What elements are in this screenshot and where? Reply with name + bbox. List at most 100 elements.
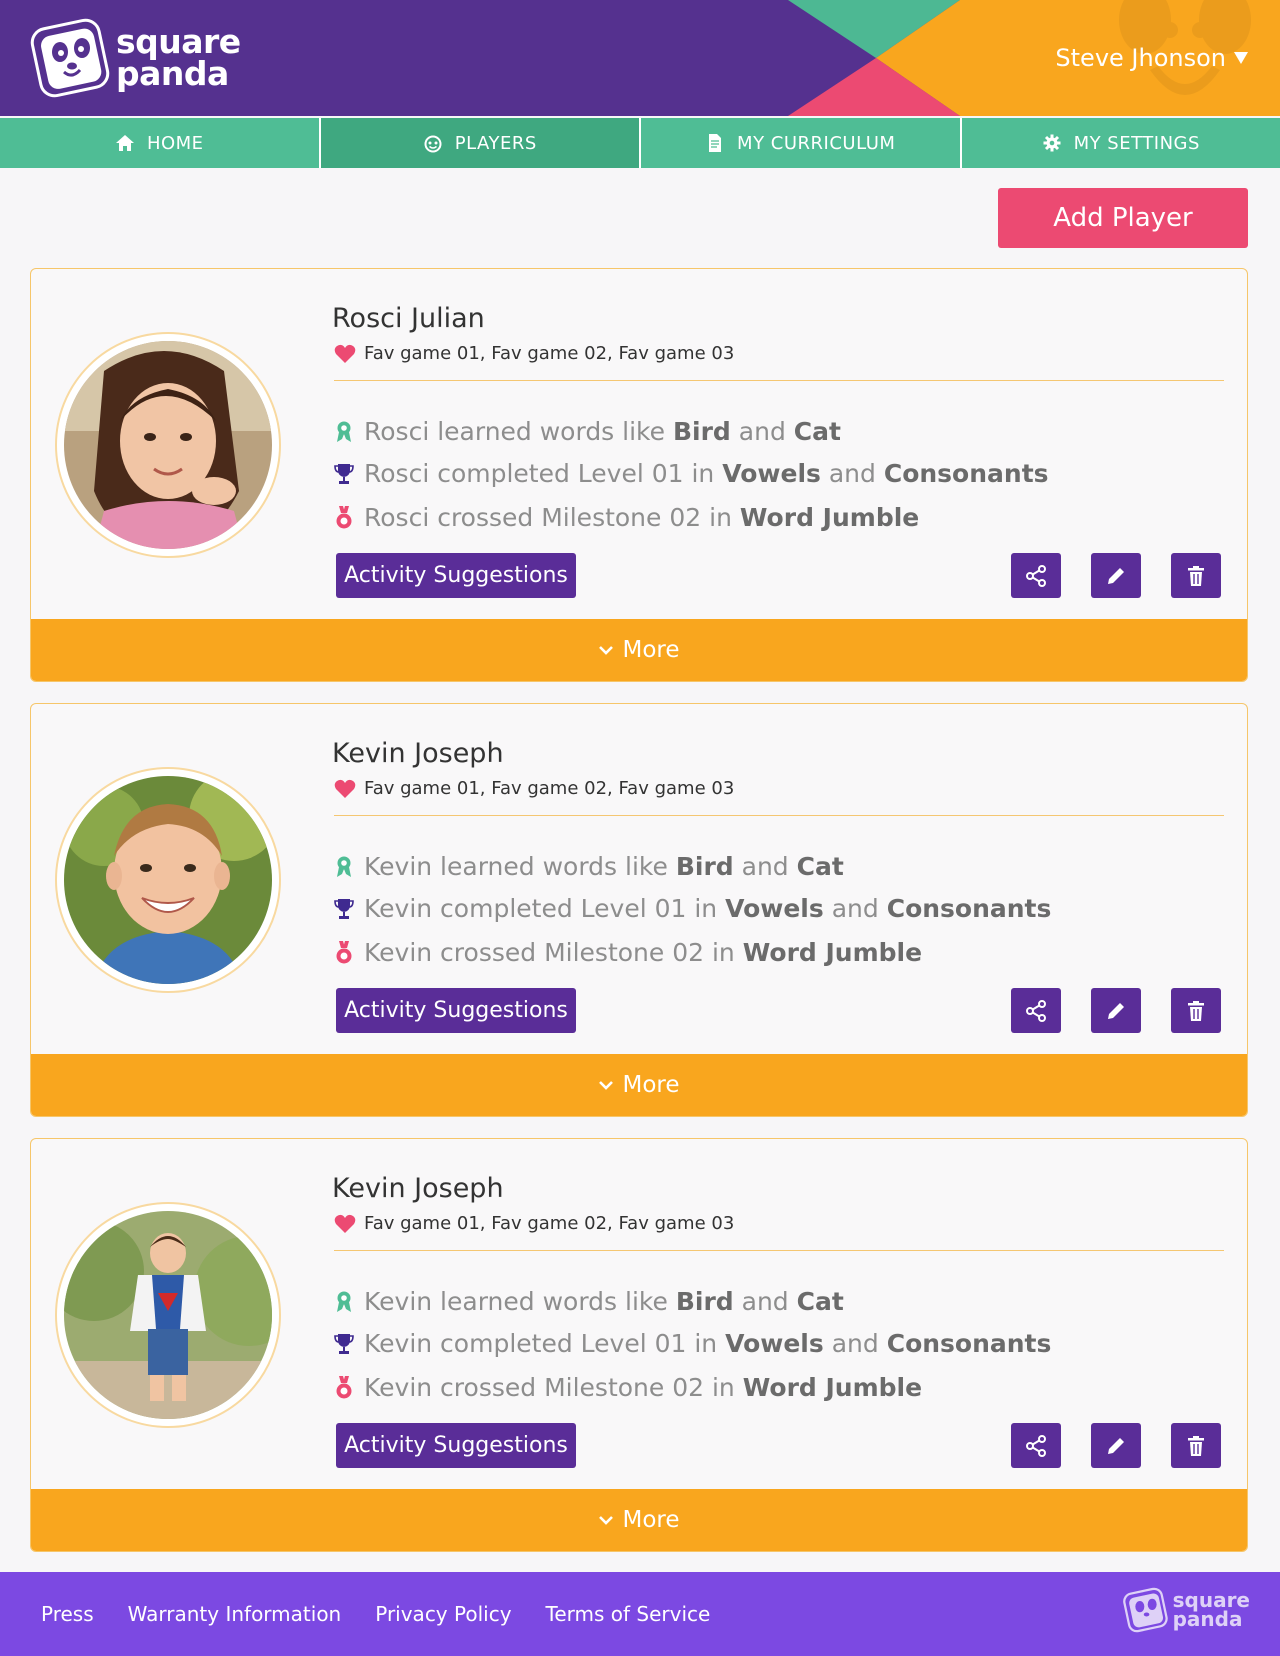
footer-brand-line2: panda bbox=[1172, 1607, 1243, 1631]
delete-button[interactable] bbox=[1171, 553, 1221, 598]
user-name: Steve Jhonson bbox=[1055, 44, 1226, 72]
brand-logo[interactable]: square panda bbox=[30, 16, 241, 100]
nav-item-players[interactable]: PLAYERS bbox=[320, 118, 641, 168]
share-button[interactable] bbox=[1011, 1423, 1061, 1468]
nav-item-my-settings[interactable]: MY SETTINGS bbox=[961, 118, 1280, 168]
panda-logo-icon bbox=[1122, 1587, 1168, 1633]
trophy-icon bbox=[334, 1333, 354, 1354]
activity-suggestions-button[interactable]: Activity Suggestions bbox=[336, 1423, 576, 1468]
ribbon-badge-icon bbox=[337, 421, 351, 442]
user-menu[interactable]: Steve Jhonson bbox=[1055, 44, 1248, 72]
footer-brand-name: square panda bbox=[1172, 1590, 1250, 1631]
stat-completed-mid: and bbox=[831, 894, 879, 923]
stat-completed-mid: and bbox=[831, 1329, 879, 1358]
activity-suggestions-button[interactable]: Activity Suggestions bbox=[336, 988, 576, 1033]
pencil-icon bbox=[1108, 567, 1124, 584]
stat-learned-words: Rosci learned words like Bird and Cat bbox=[334, 417, 841, 446]
activity-suggestions-button[interactable]: Activity Suggestions bbox=[336, 553, 576, 598]
stat-milestone-prefix: Rosci crossed Milestone 02 in bbox=[364, 503, 732, 532]
share-button[interactable] bbox=[1011, 988, 1061, 1033]
favorite-games-text: Fav game 01, Fav game 02, Fav game 03 bbox=[364, 778, 735, 799]
divider bbox=[334, 1250, 1224, 1251]
footer-link-terms[interactable]: Terms of Service bbox=[546, 1602, 711, 1626]
stat-completed-word2: Consonants bbox=[886, 1329, 1052, 1358]
nav-label-my-settings: MY SETTINGS bbox=[1073, 132, 1200, 154]
heart-icon bbox=[334, 344, 356, 363]
footer-link-warranty[interactable]: Warranty Information bbox=[128, 1602, 342, 1626]
more-label: More bbox=[622, 637, 680, 663]
brand-name: square panda bbox=[116, 25, 241, 90]
favorite-games: Fav game 01, Fav game 02, Fav game 03 bbox=[334, 1213, 734, 1234]
player-avatar[interactable] bbox=[55, 1202, 281, 1428]
player-name: Rosci Julian bbox=[332, 303, 485, 334]
divider bbox=[334, 815, 1224, 816]
player-avatar[interactable] bbox=[55, 767, 281, 993]
ribbon-badge-icon bbox=[337, 856, 351, 877]
trash-icon bbox=[1188, 1435, 1204, 1456]
stat-learned-word2: Cat bbox=[796, 1287, 844, 1316]
nav-item-home[interactable]: HOME bbox=[0, 118, 321, 168]
edit-button[interactable] bbox=[1091, 1423, 1141, 1468]
stat-completed-level: Kevin completed Level 01 in Vowels and C… bbox=[334, 1329, 1051, 1358]
player-name: Kevin Joseph bbox=[332, 738, 504, 769]
delete-button[interactable] bbox=[1171, 988, 1221, 1033]
footer-brand-logo[interactable]: square panda bbox=[1122, 1586, 1250, 1634]
stat-completed-word1: Vowels bbox=[725, 894, 824, 923]
stat-learned-prefix: Kevin learned words like bbox=[364, 852, 668, 881]
more-toggle[interactable]: More bbox=[31, 1489, 1247, 1551]
stat-completed-word2: Consonants bbox=[886, 894, 1052, 923]
add-player-button[interactable]: Add Player bbox=[998, 188, 1248, 248]
stat-milestone-word1: Word Jumble bbox=[739, 503, 920, 532]
pencil-icon bbox=[1108, 1002, 1124, 1019]
stat-milestone: Kevin crossed Milestone 02 in Word Jumbl… bbox=[334, 1373, 922, 1402]
stat-completed-word1: Vowels bbox=[725, 1329, 824, 1358]
trash-icon bbox=[1188, 1000, 1204, 1021]
stat-completed-prefix: Kevin completed Level 01 in bbox=[364, 1329, 718, 1358]
edit-button[interactable] bbox=[1091, 988, 1141, 1033]
heart-icon bbox=[334, 779, 356, 798]
player-avatar[interactable] bbox=[55, 332, 281, 558]
stat-learned-mid: and bbox=[741, 1287, 789, 1316]
stat-completed-mid: and bbox=[828, 459, 876, 488]
app-header: square panda Steve Jhonson bbox=[0, 0, 1280, 116]
favorite-games: Fav game 01, Fav game 02, Fav game 03 bbox=[334, 778, 734, 799]
more-toggle[interactable]: More bbox=[31, 1054, 1247, 1116]
footer-links: Press Warranty Information Privacy Polic… bbox=[41, 1572, 744, 1656]
share-icon bbox=[1026, 1434, 1046, 1457]
player-photo bbox=[64, 341, 272, 549]
home-icon bbox=[115, 135, 134, 151]
stat-completed-prefix: Rosci completed Level 01 in bbox=[364, 459, 715, 488]
edit-button[interactable] bbox=[1091, 553, 1141, 598]
player-photo bbox=[64, 1211, 272, 1419]
player-photo bbox=[64, 776, 272, 984]
stat-completed-level: Kevin completed Level 01 in Vowels and C… bbox=[334, 894, 1051, 923]
stat-milestone-prefix: Kevin crossed Milestone 02 in bbox=[364, 938, 735, 967]
stat-learned-prefix: Kevin learned words like bbox=[364, 1287, 668, 1316]
more-toggle[interactable]: More bbox=[31, 619, 1247, 681]
pencil-icon bbox=[1108, 1437, 1124, 1454]
main-nav: HOME PLAYERS MY CURRICULUM MY SETTINGS bbox=[0, 118, 1280, 168]
stat-learned-mid: and bbox=[738, 417, 786, 446]
boy-photo-illustration bbox=[64, 776, 272, 984]
footer-link-press[interactable]: Press bbox=[41, 1602, 94, 1626]
medal-icon bbox=[336, 940, 352, 963]
boy-superhero-photo-illustration bbox=[64, 1211, 272, 1419]
stat-learned-word1: Bird bbox=[675, 852, 734, 881]
delete-button[interactable] bbox=[1171, 1423, 1221, 1468]
caret-down-icon bbox=[1234, 52, 1248, 64]
stat-completed-word1: Vowels bbox=[722, 459, 821, 488]
stat-learned-prefix: Rosci learned words like bbox=[364, 417, 666, 446]
nav-item-my-curriculum[interactable]: MY CURRICULUM bbox=[641, 118, 962, 168]
stat-learned-mid: and bbox=[741, 852, 789, 881]
footer-link-privacy[interactable]: Privacy Policy bbox=[375, 1602, 511, 1626]
chevron-down-icon bbox=[599, 1516, 614, 1525]
trophy-icon bbox=[334, 463, 354, 484]
stat-learned-words: Kevin learned words like Bird and Cat bbox=[334, 1287, 844, 1316]
divider bbox=[334, 380, 1224, 381]
share-button[interactable] bbox=[1011, 553, 1061, 598]
favorite-games-text: Fav game 01, Fav game 02, Fav game 03 bbox=[364, 1213, 735, 1234]
stat-milestone-word1: Word Jumble bbox=[742, 938, 923, 967]
nav-label-players: PLAYERS bbox=[454, 132, 537, 154]
medal-icon bbox=[336, 505, 352, 528]
more-label: More bbox=[622, 1507, 680, 1533]
